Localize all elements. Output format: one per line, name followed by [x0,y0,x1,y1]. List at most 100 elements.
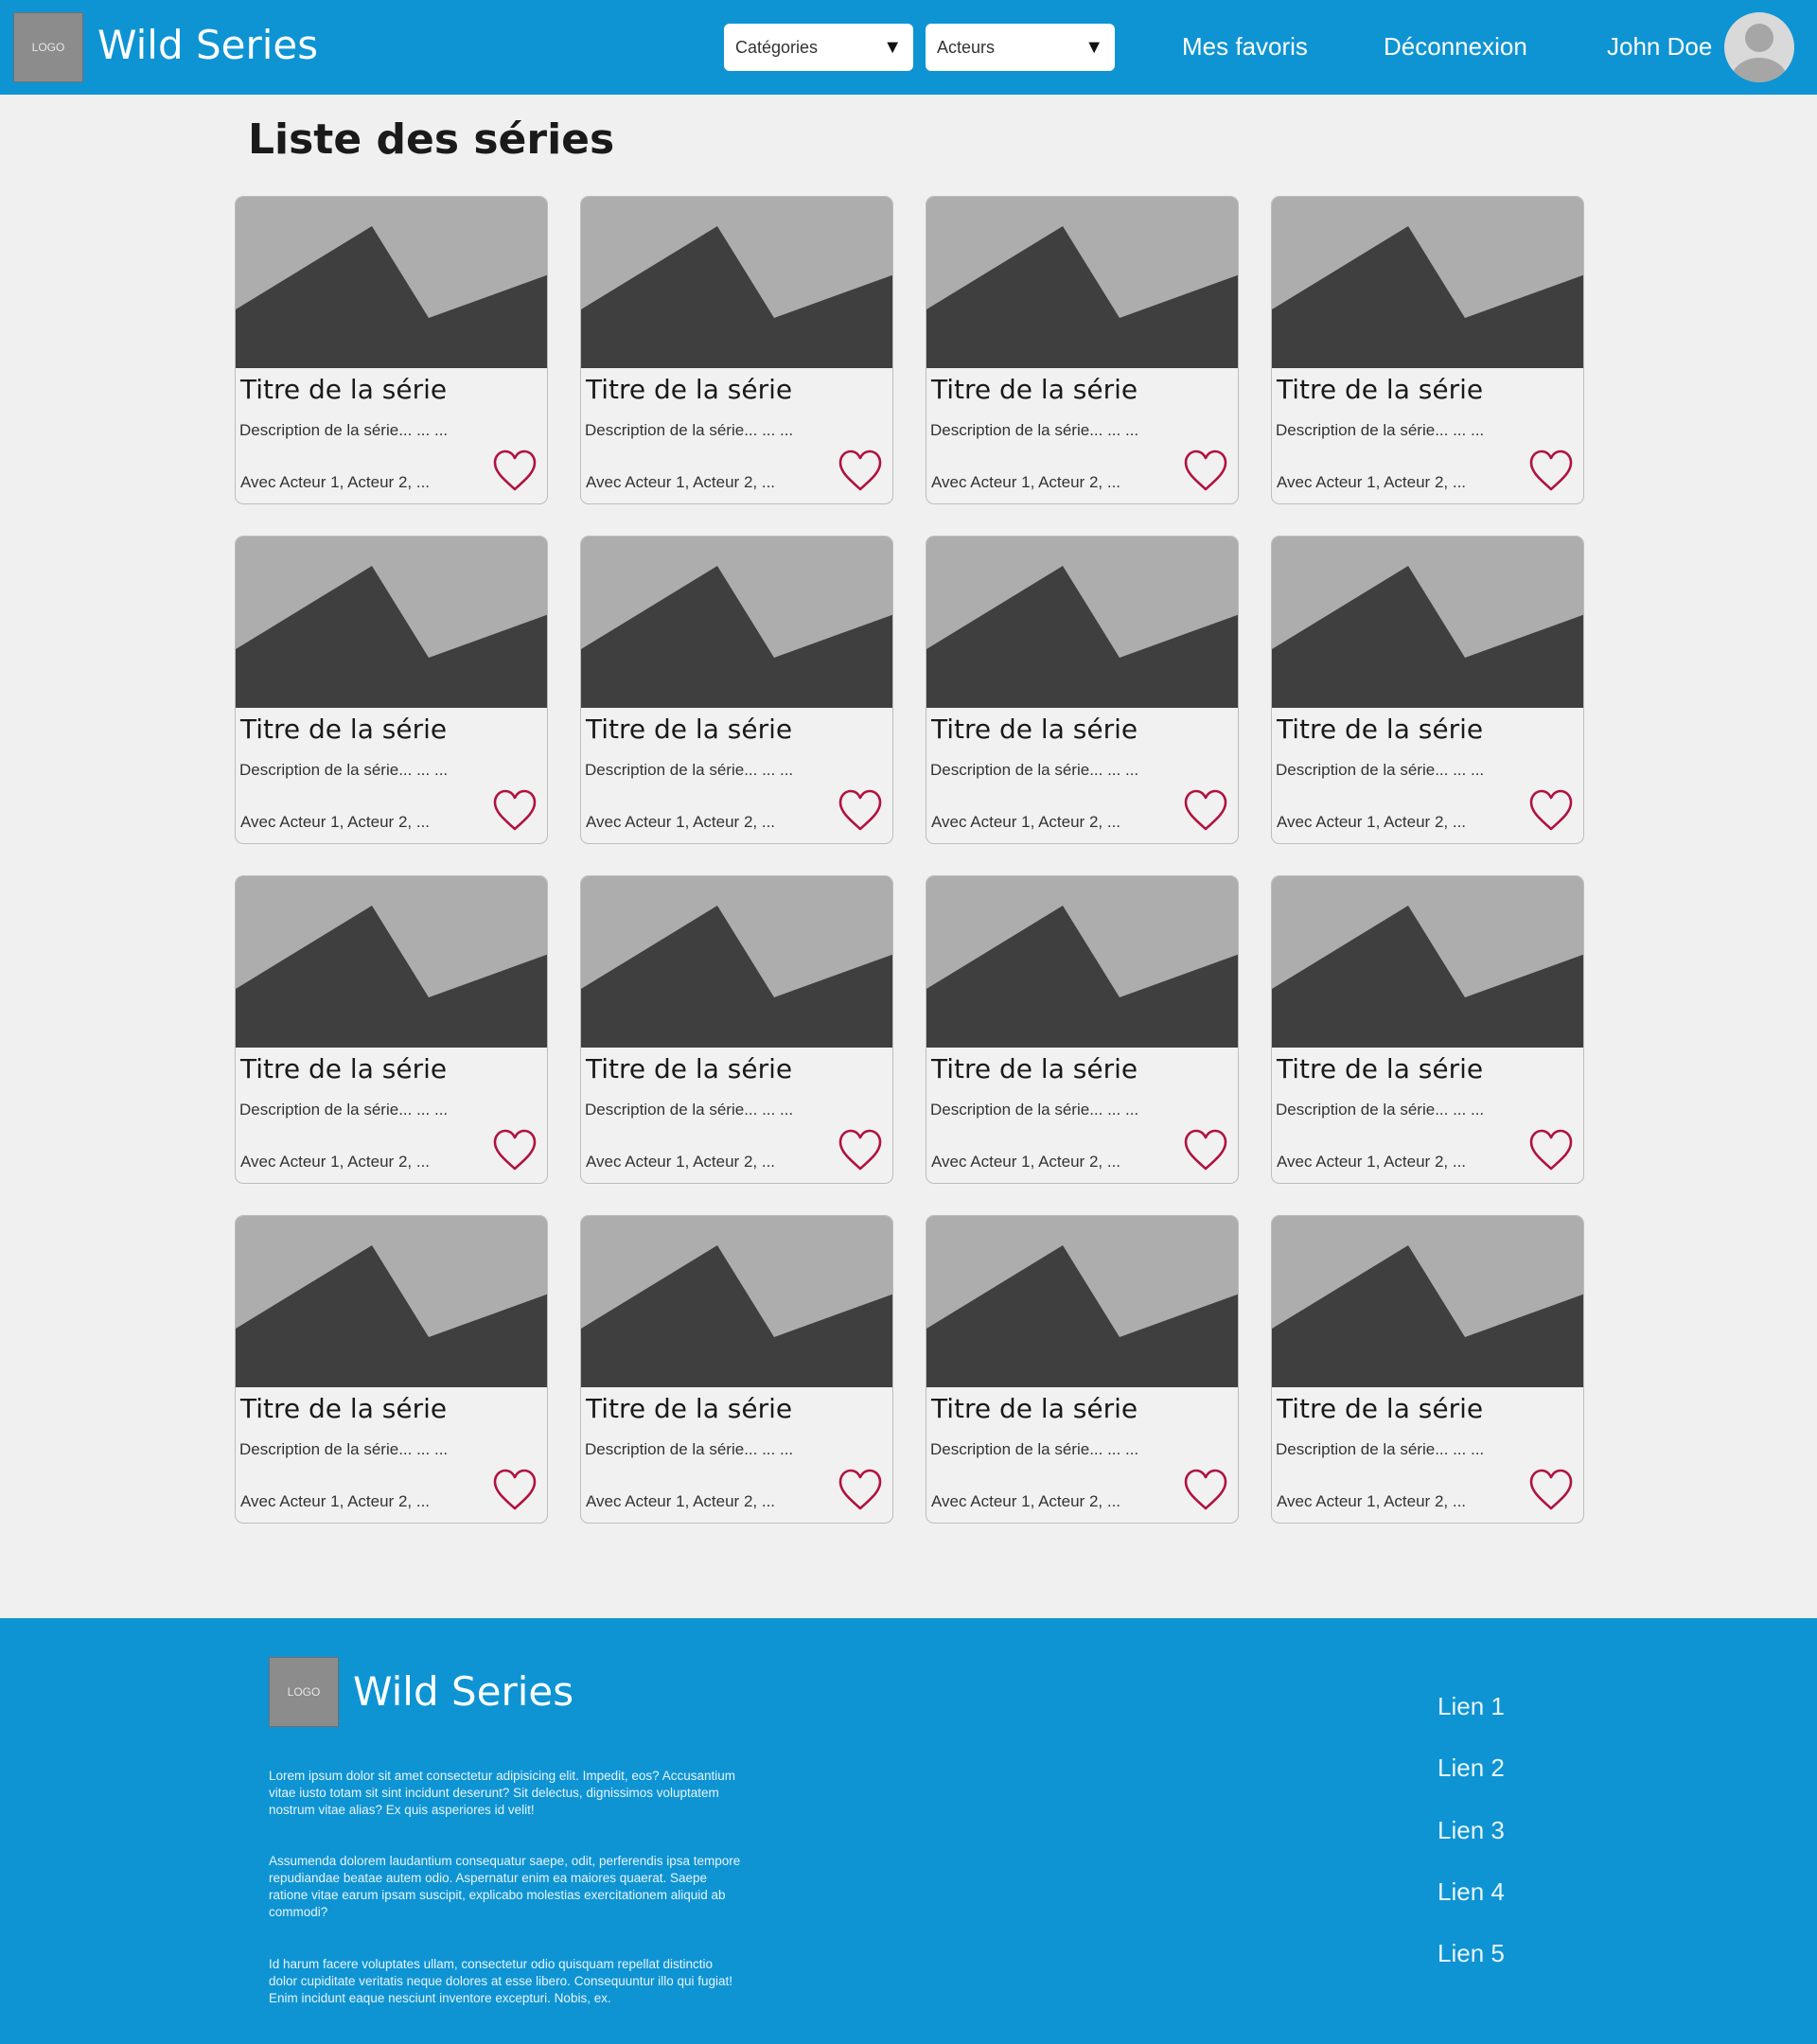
series-actors: Avec Acteur 1, Acteur 2, ... [586,813,776,831]
series-title[interactable]: Titre de la série [1277,374,1483,405]
image-placeholder-icon [236,537,547,708]
image-placeholder-icon [236,197,547,368]
series-actors: Avec Acteur 1, Acteur 2, ... [931,1153,1121,1171]
series-description: Description de la série... ... ... [585,421,794,439]
footer-logo[interactable]: LOGO [269,1657,339,1727]
footer-link-2[interactable]: Lien 2 [1438,1753,1505,1783]
series-actors: Avec Acteur 1, Acteur 2, ... [240,813,431,831]
series-title[interactable]: Titre de la série [586,374,792,405]
series-actors: Avec Acteur 1, Acteur 2, ... [240,1492,431,1510]
series-title[interactable]: Titre de la série [586,714,792,745]
categories-dropdown-label: Catégories [735,37,819,57]
image-placeholder-icon [1272,1216,1583,1387]
logout-link[interactable]: Déconnexion [1384,32,1527,62]
series-actors: Avec Acteur 1, Acteur 2, ... [240,473,431,491]
caret-down-icon: ▼ [883,36,902,58]
series-card[interactable]: Titre de la série Description de la séri… [235,875,548,1184]
heart-outline-icon[interactable] [1527,448,1575,495]
heart-outline-icon[interactable] [1182,1467,1229,1514]
series-title[interactable]: Titre de la série [931,1393,1138,1424]
heart-outline-icon[interactable] [837,1467,884,1514]
heart-outline-icon[interactable] [1527,1467,1575,1514]
heart-outline-icon[interactable] [1527,787,1575,835]
image-placeholder-icon [926,537,1238,708]
image-placeholder-icon [926,876,1238,1048]
series-title[interactable]: Titre de la série [1277,1393,1483,1424]
footer-link-3[interactable]: Lien 3 [1438,1816,1505,1845]
series-title[interactable]: Titre de la série [240,1053,447,1084]
series-actors: Avec Acteur 1, Acteur 2, ... [931,1492,1121,1510]
heart-outline-icon[interactable] [491,1127,538,1174]
series-card[interactable]: Titre de la série Description de la séri… [926,196,1239,504]
series-description: Description de la série... ... ... [1276,421,1485,439]
series-card[interactable]: Titre de la série Description de la séri… [580,196,893,504]
series-card[interactable]: Titre de la série Description de la séri… [580,1215,893,1524]
user-name[interactable]: John Doe [1607,32,1712,62]
heart-outline-icon[interactable] [1527,1127,1575,1174]
series-title[interactable]: Titre de la série [586,1393,792,1424]
page-title: Liste des séries [248,115,615,164]
series-card[interactable]: Titre de la série Description de la séri… [1271,1215,1584,1524]
series-actors: Avec Acteur 1, Acteur 2, ... [931,813,1121,831]
series-title[interactable]: Titre de la série [240,1393,447,1424]
series-card[interactable]: Titre de la série Description de la séri… [235,1215,548,1524]
footer-paragraph: Assumenda dolorem laudantium consequatur… [269,1854,741,1919]
image-placeholder-icon [1272,876,1583,1048]
series-actors: Avec Acteur 1, Acteur 2, ... [586,1492,776,1510]
series-grid: Titre de la série Description de la séri… [235,196,1586,1524]
heart-outline-icon[interactable] [1182,787,1229,835]
heart-outline-icon[interactable] [837,1127,884,1174]
actors-dropdown[interactable]: Acteurs ▼ [926,24,1115,71]
image-placeholder-icon [581,1216,892,1387]
header-brand[interactable]: Wild Series [97,22,318,68]
series-description: Description de la série... ... ... [585,1440,794,1458]
series-description: Description de la série... ... ... [585,761,794,779]
heart-outline-icon[interactable] [1182,448,1229,495]
heart-outline-icon[interactable] [837,787,884,835]
series-title[interactable]: Titre de la série [586,1053,792,1084]
footer-link-4[interactable]: Lien 4 [1438,1877,1505,1907]
series-card[interactable]: Titre de la série Description de la séri… [580,536,893,844]
header-logo[interactable]: LOGO [13,12,83,82]
series-card[interactable]: Titre de la série Description de la séri… [926,875,1239,1184]
footer-link-5[interactable]: Lien 5 [1438,1939,1505,1968]
series-card[interactable]: Titre de la série Description de la séri… [926,536,1239,844]
user-avatar-icon[interactable] [1724,12,1794,82]
series-title[interactable]: Titre de la série [931,1053,1138,1084]
image-placeholder-icon [581,197,892,368]
image-placeholder-icon [581,537,892,708]
series-description: Description de la série... ... ... [1276,1440,1485,1458]
heart-outline-icon[interactable] [1182,1127,1229,1174]
favorites-link[interactable]: Mes favoris [1182,32,1308,62]
series-description: Description de la série... ... ... [239,1101,449,1119]
footer-link-1[interactable]: Lien 1 [1438,1692,1505,1721]
series-actors: Avec Acteur 1, Acteur 2, ... [1277,1492,1467,1510]
series-title[interactable]: Titre de la série [1277,1053,1483,1084]
series-card[interactable]: Titre de la série Description de la séri… [926,1215,1239,1524]
series-description: Description de la série... ... ... [930,761,1139,779]
image-placeholder-icon [236,1216,547,1387]
footer-brand: Wild Series [353,1668,574,1715]
series-description: Description de la série... ... ... [930,421,1139,439]
image-placeholder-icon [1272,197,1583,368]
series-card[interactable]: Titre de la série Description de la séri… [235,536,548,844]
series-title[interactable]: Titre de la série [240,374,447,405]
series-title[interactable]: Titre de la série [1277,714,1483,745]
series-card[interactable]: Titre de la série Description de la séri… [580,875,893,1184]
series-description: Description de la série... ... ... [585,1101,794,1119]
series-title[interactable]: Titre de la série [240,714,447,745]
series-title[interactable]: Titre de la série [931,714,1138,745]
heart-outline-icon[interactable] [491,448,538,495]
series-actors: Avec Acteur 1, Acteur 2, ... [240,1153,431,1171]
series-card[interactable]: Titre de la série Description de la séri… [1271,875,1584,1184]
series-description: Description de la série... ... ... [239,421,449,439]
series-title[interactable]: Titre de la série [931,374,1138,405]
heart-outline-icon[interactable] [491,787,538,835]
series-card[interactable]: Titre de la série Description de la séri… [235,196,548,504]
heart-outline-icon[interactable] [837,448,884,495]
categories-dropdown[interactable]: Catégories ▼ [724,24,913,71]
heart-outline-icon[interactable] [491,1467,538,1514]
series-card[interactable]: Titre de la série Description de la séri… [1271,196,1584,504]
series-card[interactable]: Titre de la série Description de la séri… [1271,536,1584,844]
series-description: Description de la série... ... ... [239,1440,449,1458]
